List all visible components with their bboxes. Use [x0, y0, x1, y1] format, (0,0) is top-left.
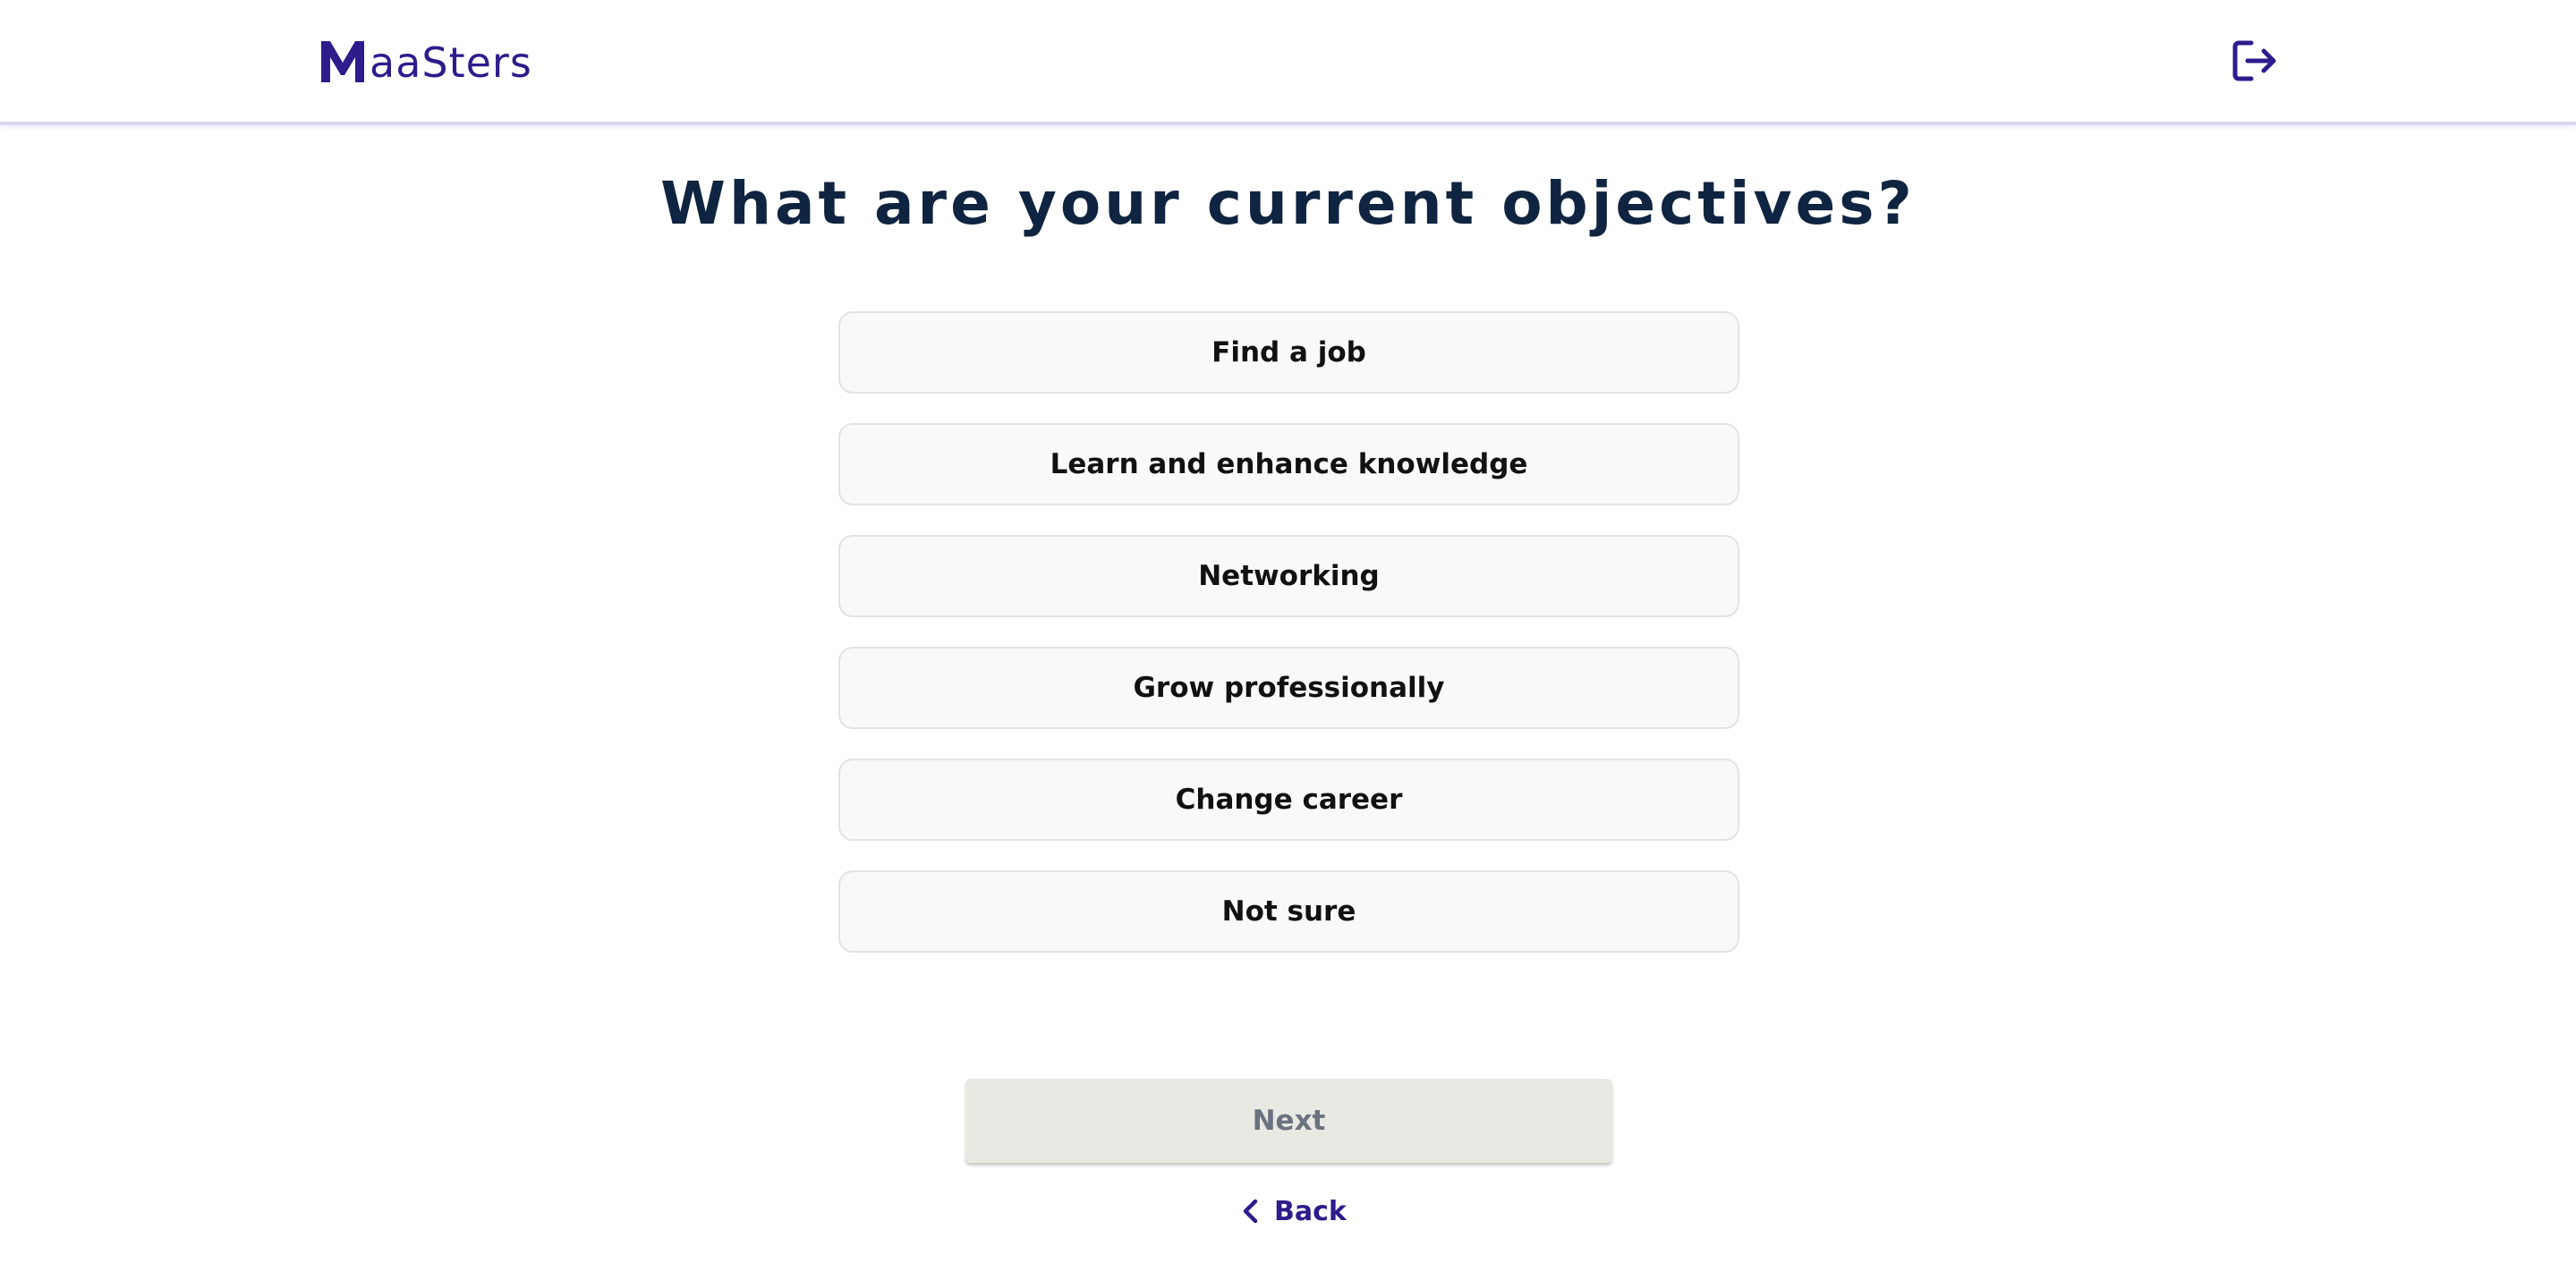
option-grow-professionally[interactable]: Grow professionally	[838, 647, 1739, 729]
option-find-a-job[interactable]: Find a job	[838, 311, 1739, 394]
option-networking[interactable]: Networking	[838, 535, 1739, 617]
option-label: Change career	[1175, 784, 1403, 816]
chevron-left-icon	[1243, 1199, 1258, 1224]
option-label: Learn and enhance knowledge	[1050, 448, 1528, 480]
option-change-career[interactable]: Change career	[838, 759, 1739, 841]
logo-m-icon	[321, 41, 364, 82]
option-label: Networking	[1198, 560, 1380, 592]
option-learn-enhance-knowledge[interactable]: Learn and enhance knowledge	[838, 423, 1739, 505]
next-button[interactable]: Next	[965, 1079, 1612, 1163]
brand-logo[interactable]: aaSters	[318, 34, 532, 84]
option-label: Find a job	[1211, 336, 1366, 369]
option-label: Grow professionally	[1133, 672, 1445, 704]
back-link[interactable]: Back	[1238, 1190, 1347, 1233]
option-not-sure[interactable]: Not sure	[838, 870, 1739, 953]
page-title: What are your current objectives?	[660, 169, 1916, 238]
objective-options: Find a job Learn and enhance knowledge N…	[838, 311, 1739, 982]
option-label: Not sure	[1221, 895, 1356, 928]
back-label: Back	[1274, 1195, 1347, 1227]
logo-text: aaSters	[370, 38, 532, 87]
logout-icon[interactable]	[2232, 39, 2278, 82]
top-header: aaSters	[0, 0, 2576, 125]
